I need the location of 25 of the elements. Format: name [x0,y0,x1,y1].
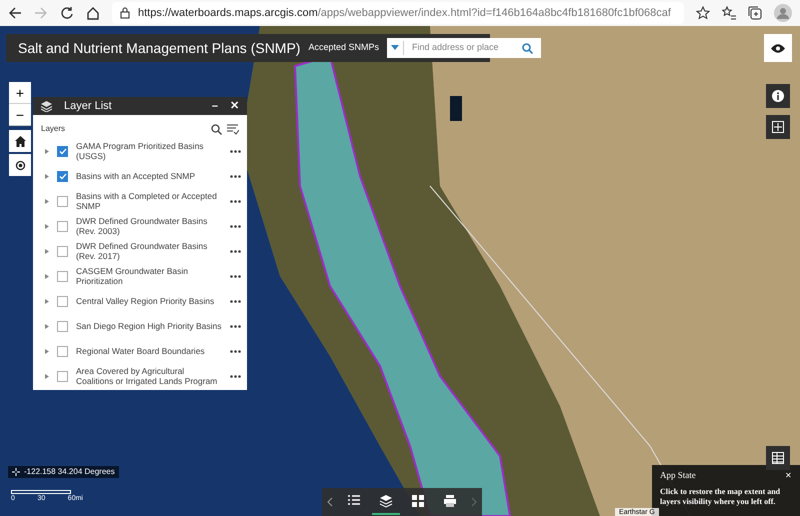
panel-title: Layer List [64,98,113,114]
url-text: https://waterboards.maps.arcgis.com/apps/webappviewer/index.html?id=f146b164a8bc4fb181680fc1bf068caf [138,6,671,21]
app-title: Salt and Nutrient Management Plans (SNMP) [18,38,300,58]
zoom-in-button[interactable]: + [9,82,31,104]
layer-name: CASGEM Groundwater Basin Prioritization [76,267,189,286]
layer-name: DWR Defined Groundwater Basins (Rev. 2003) [76,217,208,236]
layer-name: Area Covered by Agricultural Coalitions or Irrigated Lands Program [76,367,218,386]
layer-name: Central Valley Region Priority Basins [76,296,216,306]
popup-title: App State [660,469,697,482]
layer-name: Basins with an Accepted SNMP [76,172,196,182]
zoom-out-button[interactable]: − [9,104,31,126]
layer-label: Accepted SNMPs [308,41,379,54]
layer-name: San Diego Region High Priority Basins [76,322,222,332]
layer-name: Basins with a Completed or Accepted SNMP [76,192,218,211]
close-button[interactable]: ✕ [230,98,239,114]
search-field[interactable]: Find address or place [387,38,541,58]
popup-message: Click to restore the map extent and layers visibility where you left off. [660,486,782,506]
address-bar[interactable]: https://waterboards.maps.arcgis.com/apps/webappviewer/index.html?id=f146b164a8bc4fb181680fc1bf068caf [112,2,684,24]
layer-name: Regional Water Board Boundaries [76,346,206,356]
minimize-button[interactable]: – [212,98,218,114]
section-label: Layers [41,123,66,135]
layer-name: DWR Defined Groundwater Basins (Rev. 2017) [76,242,208,261]
close-button[interactable]: ✕ [785,469,792,482]
coordinates-text: -122.158 34.204 Degrees [24,466,115,478]
layer-name: GAMA Program Prioritized Basins (USGS) [76,142,205,161]
